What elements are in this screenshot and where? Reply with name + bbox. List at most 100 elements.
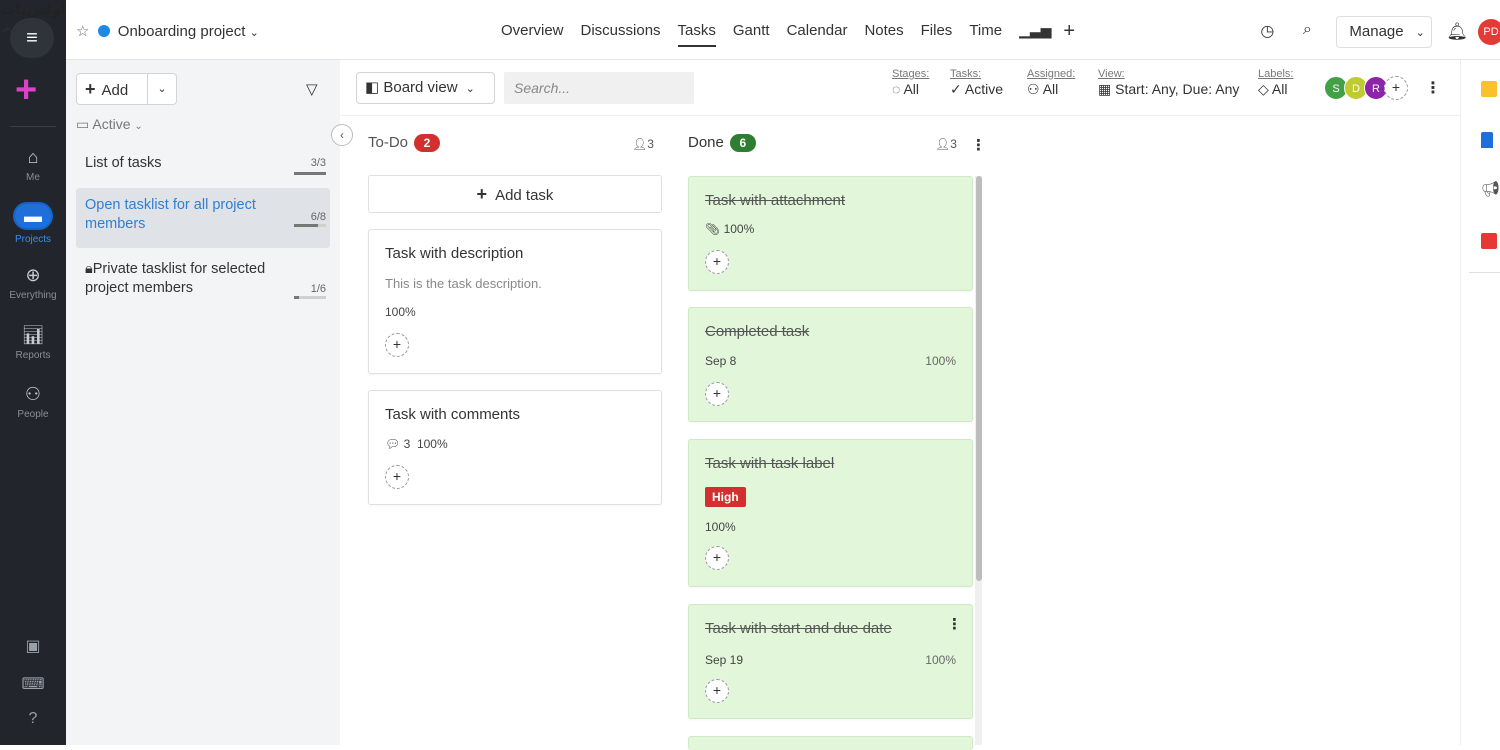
assign-button[interactable]: + [705, 546, 729, 570]
add-member-button[interactable]: + [1384, 76, 1408, 100]
collapse-sidebar-button[interactable]: ‹ [331, 124, 353, 146]
bar-chart-icon: 📊︎ [21, 325, 45, 345]
paperclip-icon: 📎︎ [705, 222, 721, 236]
project-members: S D R + [1324, 76, 1408, 100]
task-description: This is the task description. [385, 276, 542, 291]
rail-item-people[interactable]: ⚇ People [0, 383, 66, 420]
tab-tasks[interactable]: Tasks [677, 22, 716, 47]
star-icon[interactable]: ☆ [76, 23, 89, 40]
tasklist-status-filter[interactable]: ▭ Active ⌄ [76, 116, 143, 133]
rail-item-me[interactable]: ⌂ Me [0, 146, 66, 183]
project-name: Onboarding project [117, 23, 246, 40]
tasklist-item[interactable]: 🔒︎Private tasklist for selected project … [76, 252, 330, 306]
assign-button[interactable]: + [705, 679, 729, 703]
chat-icon[interactable]: ▣ [0, 636, 66, 656]
reports-tab-icon[interactable]: ▁▃▅ [1019, 22, 1051, 47]
task-label-badge[interactable]: High [705, 487, 746, 507]
assign-button[interactable]: + [385, 465, 409, 489]
tab-notes[interactable]: Notes [864, 22, 903, 47]
help-icon[interactable]: ? [0, 710, 66, 728]
tasklist-name: Open tasklist for all project members [85, 197, 256, 232]
task-card[interactable]: Task with description This is the task d… [368, 229, 662, 374]
task-card[interactable]: Task with comments 💬︎ 3 100% + [368, 390, 662, 505]
logo-subtitle: سامانه آموزش [2, 25, 45, 32]
task-card[interactable]: Completed task Sep 8 100% + [688, 307, 973, 422]
task-title: Task with description [385, 245, 524, 262]
task-card[interactable]: Task with attachment 📎︎ 100% + [688, 176, 973, 291]
task-progress: 100% [705, 520, 736, 534]
bookmark-icon[interactable] [1481, 132, 1493, 148]
tab-gantt[interactable]: Gantt [733, 22, 770, 47]
board-view-label: Board view [383, 79, 458, 96]
calendar-icon[interactable] [1481, 233, 1497, 249]
task-card[interactable]: Task with task label High 100% + [688, 439, 973, 587]
column-header-todo[interactable]: To-Do 2 [368, 134, 441, 152]
add-task-button[interactable]: + Add task [368, 175, 662, 213]
tab-files[interactable]: Files [921, 22, 953, 47]
board-view-dropdown[interactable]: ◧ Board view ⌄ [356, 72, 495, 104]
filter-assigned[interactable]: Assigned: ⚇ All [1027, 68, 1075, 98]
assign-button[interactable]: + [385, 333, 409, 357]
column-name: To-Do [368, 134, 409, 151]
assign-button[interactable]: + [705, 382, 729, 406]
sticky-note-icon[interactable] [1481, 81, 1497, 97]
add-button[interactable]: + Add [77, 74, 148, 104]
task-card-partial[interactable] [688, 736, 973, 750]
filter-labels[interactable]: Labels: ◇ All [1258, 68, 1293, 98]
column-more-icon[interactable]: ⋮ [971, 136, 986, 154]
check-icon: ✓ [950, 81, 962, 97]
plus-icon: + [476, 184, 488, 204]
task-progress: 100% [925, 653, 956, 667]
folder-icon: ▬ [13, 202, 53, 230]
tab-calendar[interactable]: Calendar [787, 22, 848, 47]
comment-count: 3 [403, 437, 411, 451]
search-icon[interactable]: ⌕ [1296, 21, 1318, 43]
column-header-done[interactable]: Done 6 [688, 134, 756, 152]
circle-check-icon: ◌ [892, 81, 901, 97]
project-selector[interactable]: ☆ Onboarding project ⌄ [76, 22, 259, 40]
tasklist-item[interactable]: Open tasklist for all project members 6/… [76, 188, 330, 248]
keyboard-icon[interactable]: ⌨ [0, 674, 66, 694]
column-people[interactable]: 👤︎3 [632, 137, 654, 151]
tag-icon: ◇ [1258, 81, 1269, 97]
task-title: Task with start and due date [705, 620, 892, 637]
task-progress: 100% [723, 222, 755, 236]
project-tabs: Overview Discussions Tasks Gantt Calenda… [501, 21, 1075, 47]
add-label: Add [101, 82, 129, 99]
assign-button[interactable]: + [705, 250, 729, 274]
filter-value: Start: Any, Due: Any [1115, 81, 1240, 97]
task-date: Sep 8 [705, 354, 737, 368]
filter-view[interactable]: View: ▦ Start: Any, Due: Any [1098, 68, 1239, 98]
filter-key: Assigned: [1027, 68, 1076, 80]
rail-label: People [17, 409, 49, 420]
timer-icon[interactable]: ◷ [1256, 21, 1278, 43]
tasklist-item[interactable]: List of tasks 3/3 [76, 146, 330, 181]
status-filter-label: Active [92, 116, 131, 132]
column-scrollbar[interactable] [976, 176, 982, 581]
user-avatar[interactable]: PD [1478, 19, 1500, 45]
rail-item-reports[interactable]: 📊︎ Reports [0, 324, 66, 361]
filter-icon[interactable]: ▽ [306, 80, 318, 98]
column-people[interactable]: 👤︎3 [935, 137, 957, 151]
task-progress: 100% [385, 305, 416, 319]
tab-overview[interactable]: Overview [501, 22, 564, 47]
tab-time[interactable]: Time [969, 22, 1002, 47]
notifications-bell-icon[interactable]: 🔔︎ [1446, 22, 1468, 42]
create-plus-icon[interactable]: + [15, 71, 37, 109]
right-apps-panel: 📢︎ [1460, 60, 1500, 745]
filter-tasks[interactable]: Tasks: ✓ Active [950, 68, 1003, 98]
rail-item-everything[interactable]: ⊕ Everything [0, 264, 66, 301]
tab-discussions[interactable]: Discussions [581, 22, 661, 47]
filter-key: Tasks: [950, 68, 982, 80]
add-tab-icon[interactable]: + [1063, 21, 1075, 47]
announcement-icon[interactable]: 📢︎ [1481, 182, 1500, 198]
add-dropdown-toggle[interactable]: ⌄ [148, 74, 176, 104]
search-input[interactable] [504, 72, 694, 104]
card-more-icon[interactable]: ⋮ [947, 615, 962, 633]
rail-item-projects[interactable]: ▬ Projects [0, 202, 66, 245]
filter-stages[interactable]: Stages: ◌ All [892, 68, 929, 97]
task-card[interactable]: Task with start and due date ⋮ Sep 19 10… [688, 604, 973, 719]
manage-dropdown[interactable]: Manage ⌄ [1336, 16, 1433, 48]
rail-label: Reports [15, 350, 51, 361]
more-options-icon[interactable]: ⋮ [1425, 78, 1441, 98]
